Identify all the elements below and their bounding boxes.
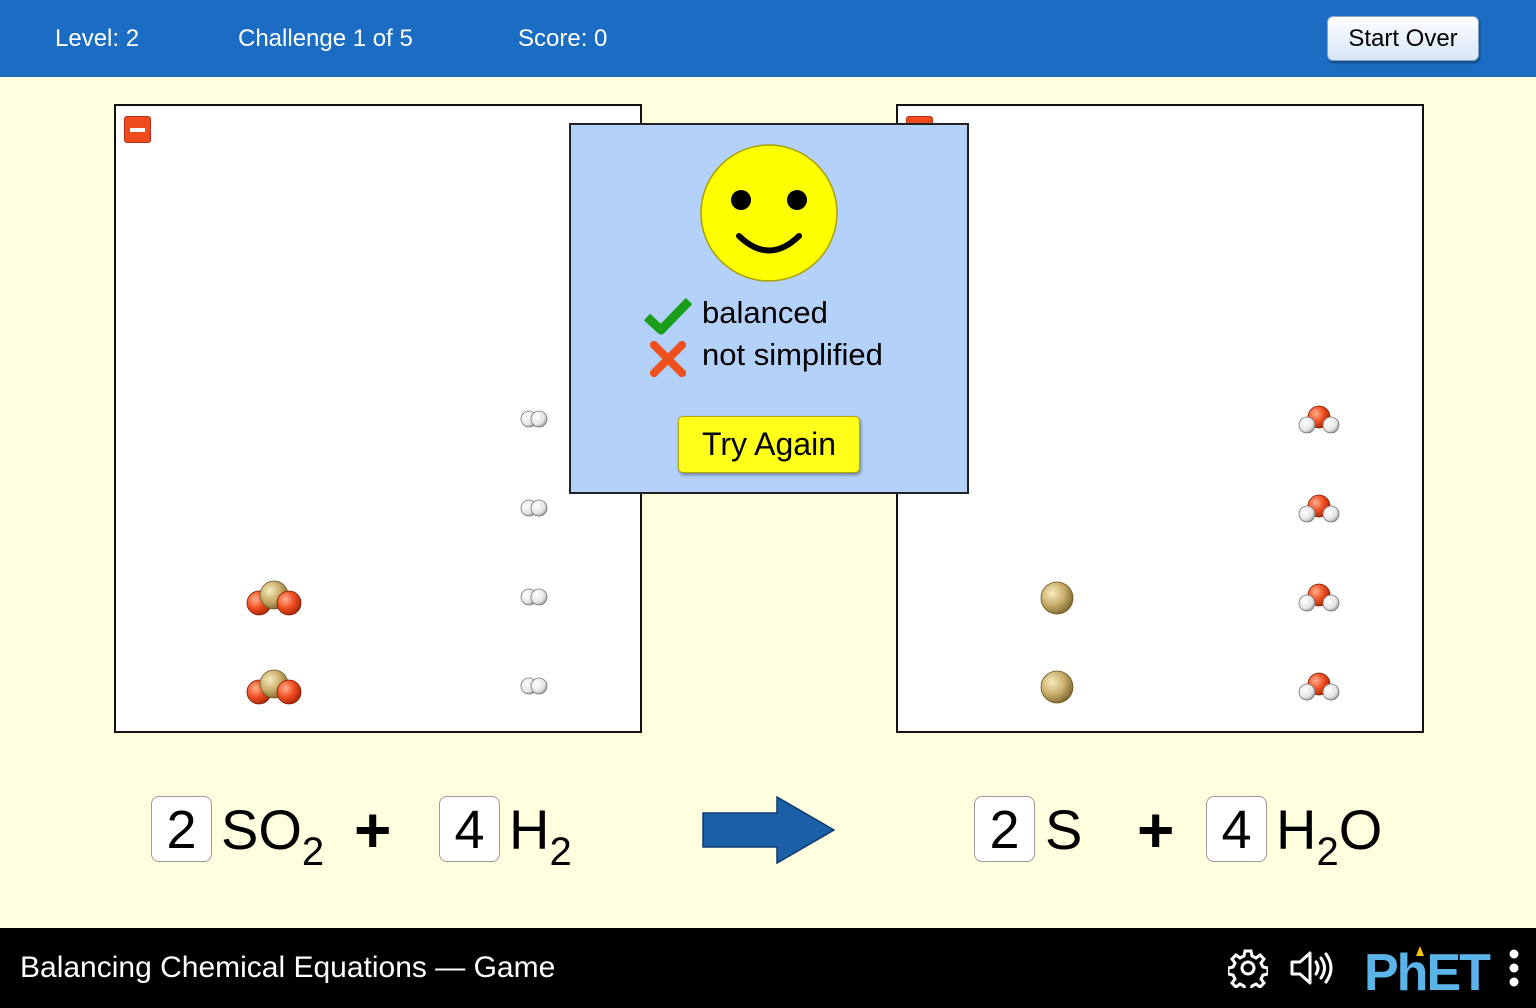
h2o-molecule <box>1298 672 1340 701</box>
not-simplified-label: not simplified <box>702 337 883 372</box>
reactants-collapse-button[interactable] <box>124 116 151 143</box>
sound-icon[interactable] <box>1288 948 1336 988</box>
cross-icon <box>650 341 686 377</box>
phet-logo[interactable]: PhET <box>1364 942 1494 998</box>
so2-formula: SO2 <box>221 798 325 874</box>
score-label: Score: 0 <box>518 25 608 52</box>
h2o-molecule <box>1298 494 1340 523</box>
s-atom <box>1040 670 1074 704</box>
svg-text:PhET: PhET <box>1364 944 1491 998</box>
more-options-icon[interactable] <box>1507 948 1521 988</box>
h2-molecule <box>520 588 548 606</box>
s-atom <box>1040 581 1074 615</box>
plus-sign: + <box>354 794 392 866</box>
navigation-bar: Balancing Chemical Equations — Game PhET <box>0 928 1536 1008</box>
so2-molecule <box>246 669 302 705</box>
h2o-molecule <box>1298 405 1340 434</box>
balanced-label: balanced <box>702 295 828 330</box>
smiley-face-icon <box>700 144 838 282</box>
h2o-formula: H2O <box>1276 798 1383 874</box>
h2-formula: H2 <box>509 798 572 874</box>
h2-molecule <box>520 677 548 695</box>
s-formula: S <box>1045 798 1083 861</box>
plus-sign: + <box>1137 794 1175 866</box>
h2-molecule <box>520 499 548 517</box>
reactants-box <box>114 104 642 733</box>
check-icon <box>644 297 692 335</box>
so2-molecule <box>246 580 302 616</box>
h2-coefficient-input[interactable]: 4 <box>439 796 500 862</box>
h2-molecule <box>520 410 548 428</box>
try-again-button[interactable]: Try Again <box>678 416 860 473</box>
game-status-bar: Level: 2 Challenge 1 of 5 Score: 0 Start… <box>0 0 1536 77</box>
s-coefficient-input[interactable]: 2 <box>974 796 1035 862</box>
h2o-molecule <box>1298 583 1340 612</box>
h2o-coefficient-input[interactable]: 4 <box>1206 796 1267 862</box>
feedback-popup: balanced not simplified Try Again <box>569 123 969 494</box>
products-box <box>896 104 1424 733</box>
level-label: Level: 2 <box>55 25 140 52</box>
challenge-label: Challenge 1 of 5 <box>238 25 413 52</box>
sim-title: Balancing Chemical Equations — Game <box>20 951 556 984</box>
so2-coefficient-input[interactable]: 2 <box>151 796 212 862</box>
gear-icon[interactable] <box>1228 948 1268 988</box>
start-over-button[interactable]: Start Over <box>1327 16 1479 61</box>
reaction-arrow-icon <box>702 796 836 864</box>
